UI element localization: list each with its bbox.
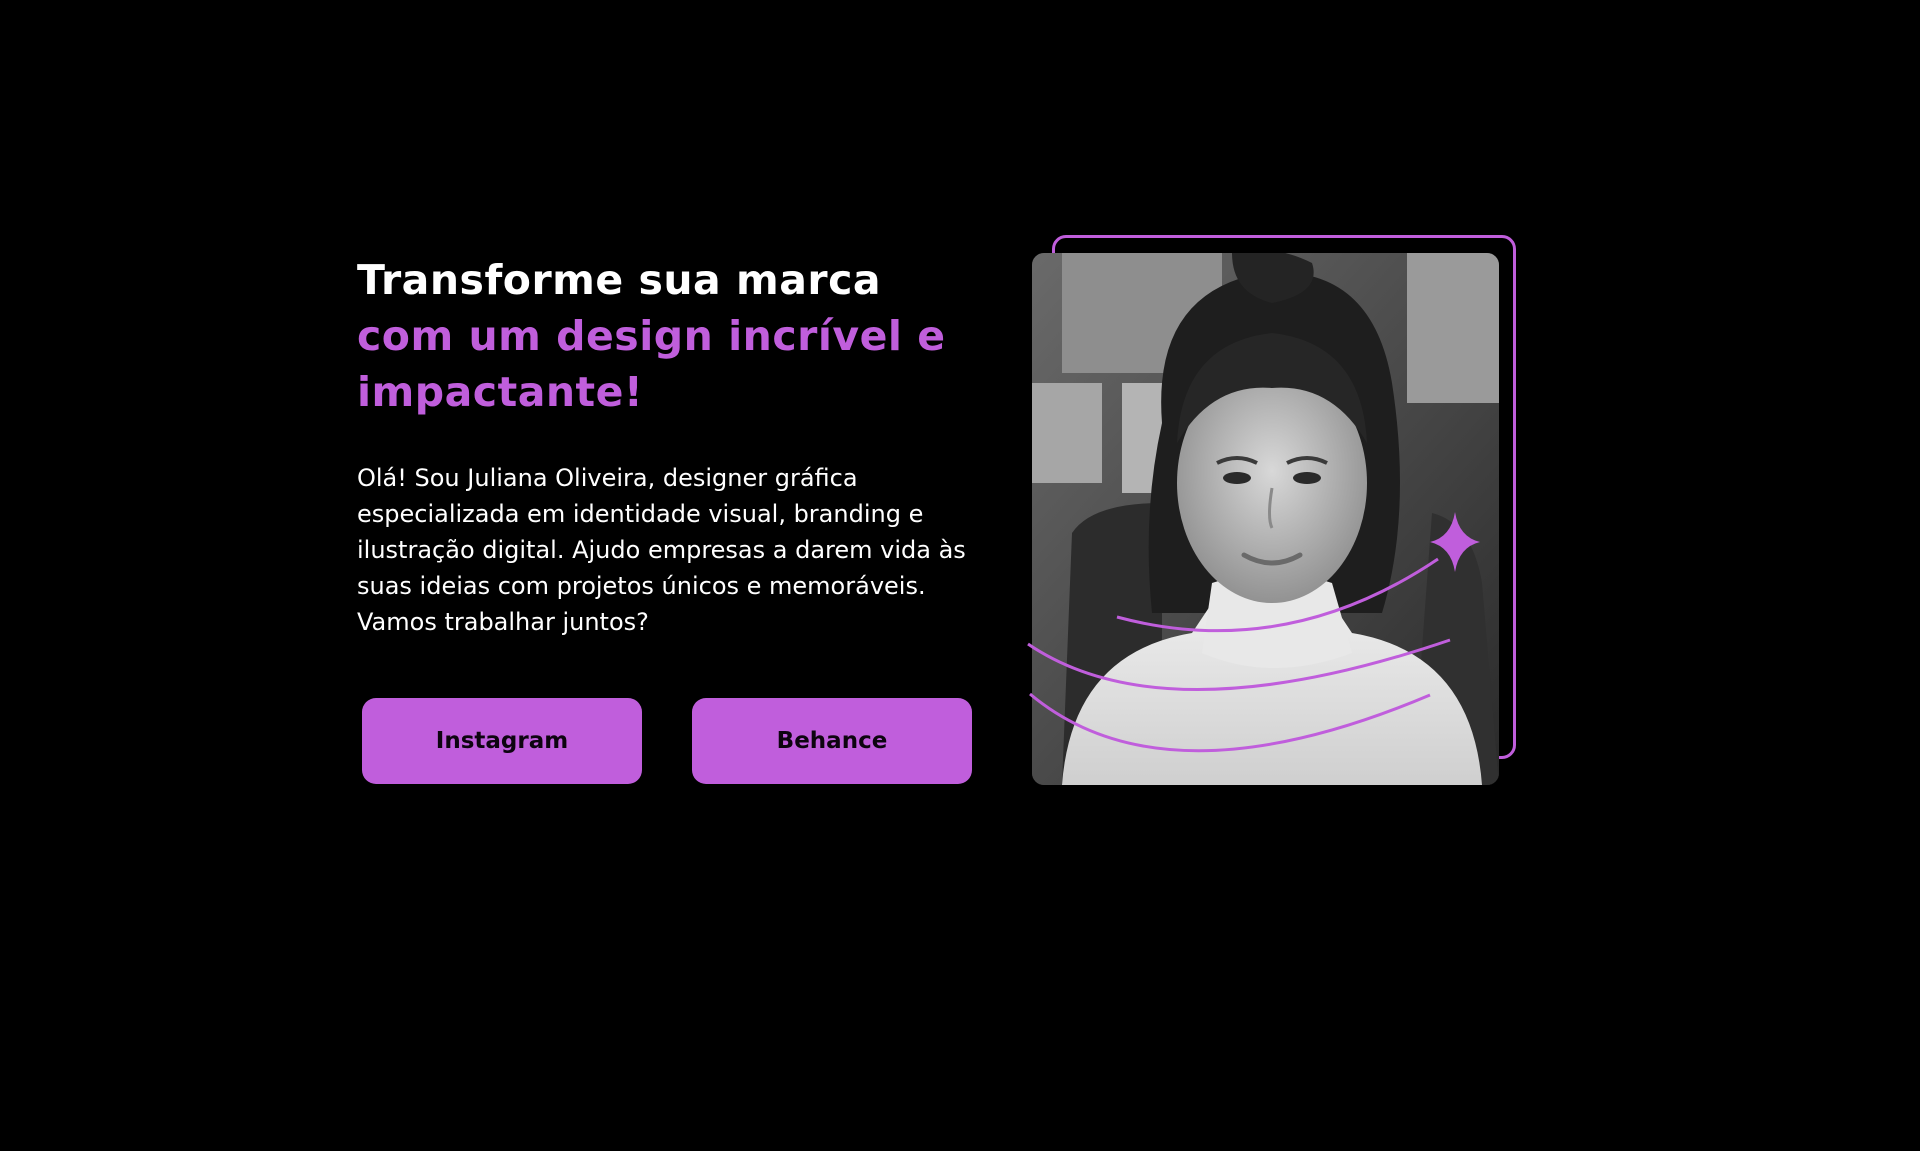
headline-line-3: impactante! xyxy=(357,368,644,416)
hero-section: Transforme sua marca com um design incrí… xyxy=(0,0,1920,1151)
instagram-button[interactable]: Instagram xyxy=(362,698,642,784)
hero-headline: Transforme sua marca com um design incrí… xyxy=(357,252,977,420)
portrait-photo xyxy=(1032,253,1499,785)
headline-line-2: com um design incrível e xyxy=(357,312,946,360)
hero-intro-text: Olá! Sou Juliana Oliveira, designer gráf… xyxy=(357,464,966,636)
behance-button[interactable]: Behance xyxy=(692,698,972,784)
portrait-card xyxy=(1025,232,1525,792)
headline-line-1: Transforme sua marca xyxy=(357,256,882,304)
